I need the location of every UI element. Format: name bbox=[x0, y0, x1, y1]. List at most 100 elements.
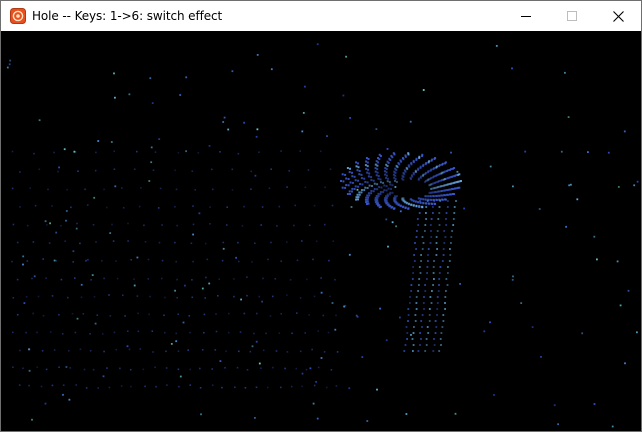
particle bbox=[420, 320, 423, 322]
particle bbox=[379, 178, 382, 181]
particle bbox=[284, 367, 286, 370]
particle bbox=[384, 173, 387, 176]
particle bbox=[364, 198, 367, 201]
particle bbox=[357, 198, 359, 201]
particle bbox=[410, 178, 412, 180]
particle bbox=[418, 284, 420, 286]
particle bbox=[144, 385, 146, 388]
particle bbox=[512, 275, 514, 278]
particle bbox=[344, 173, 347, 176]
particle bbox=[391, 156, 394, 159]
minimize-button[interactable] bbox=[503, 1, 549, 31]
particle bbox=[294, 204, 296, 207]
particle bbox=[301, 385, 303, 388]
particle bbox=[130, 385, 132, 388]
maximize-button[interactable] bbox=[549, 1, 595, 31]
particle bbox=[243, 312, 246, 315]
particle bbox=[192, 223, 195, 226]
particle bbox=[432, 266, 435, 268]
particle bbox=[189, 331, 191, 334]
particle bbox=[128, 93, 131, 96]
particle bbox=[236, 366, 239, 369]
particle bbox=[351, 171, 353, 174]
particle bbox=[567, 116, 570, 118]
particle bbox=[422, 165, 425, 167]
particle bbox=[357, 196, 360, 199]
close-button[interactable] bbox=[595, 1, 641, 31]
particle bbox=[92, 224, 95, 226]
particle bbox=[395, 180, 398, 183]
particle bbox=[419, 332, 421, 334]
particle bbox=[254, 242, 256, 245]
particle bbox=[428, 320, 431, 322]
particle bbox=[358, 191, 361, 194]
particle bbox=[154, 151, 157, 153]
particle bbox=[228, 312, 230, 315]
particle bbox=[366, 420, 369, 422]
particle bbox=[219, 151, 221, 153]
particle bbox=[391, 184, 394, 187]
particle bbox=[354, 185, 357, 188]
particle bbox=[424, 284, 426, 286]
particle bbox=[124, 315, 126, 317]
particle bbox=[68, 350, 70, 352]
particle bbox=[305, 368, 308, 371]
particle bbox=[364, 186, 367, 189]
particle bbox=[72, 250, 75, 253]
particle bbox=[272, 295, 274, 298]
particle bbox=[175, 188, 178, 191]
particle bbox=[366, 187, 369, 189]
particle bbox=[439, 200, 442, 202]
particle bbox=[332, 240, 335, 242]
title-bar[interactable]: Hole -- Keys: 1->6: switch effect bbox=[1, 1, 641, 31]
particle bbox=[316, 417, 319, 420]
particle bbox=[437, 290, 440, 292]
particle bbox=[349, 167, 351, 170]
particle bbox=[399, 210, 402, 213]
particle bbox=[12, 297, 15, 299]
particle bbox=[328, 259, 330, 262]
particle bbox=[383, 184, 386, 187]
particle bbox=[409, 296, 411, 298]
particle bbox=[16, 241, 19, 244]
particle bbox=[53, 259, 56, 262]
particle bbox=[361, 356, 364, 358]
particle bbox=[201, 349, 204, 351]
particle bbox=[258, 362, 261, 365]
particle bbox=[175, 332, 177, 335]
render-canvas[interactable] bbox=[1, 31, 641, 431]
particle bbox=[240, 298, 242, 301]
particle bbox=[407, 308, 410, 310]
particle bbox=[398, 163, 401, 166]
particle bbox=[377, 194, 380, 197]
particle bbox=[136, 150, 138, 153]
particle bbox=[424, 224, 427, 226]
particle bbox=[265, 332, 267, 335]
particle bbox=[130, 259, 132, 261]
particle bbox=[233, 278, 235, 280]
particle bbox=[520, 302, 523, 304]
particle bbox=[270, 68, 273, 71]
particle bbox=[260, 224, 262, 226]
particle bbox=[565, 225, 567, 228]
particle bbox=[51, 295, 54, 297]
particle bbox=[55, 231, 58, 234]
particle bbox=[44, 220, 47, 223]
particle bbox=[272, 366, 274, 369]
particle bbox=[176, 296, 178, 299]
particle bbox=[372, 179, 375, 182]
flame-app-icon[interactable] bbox=[10, 8, 26, 24]
particle bbox=[433, 200, 436, 202]
particle bbox=[379, 191, 382, 193]
particle bbox=[611, 425, 614, 428]
particle bbox=[564, 71, 566, 74]
particle bbox=[358, 170, 361, 172]
particle bbox=[101, 333, 104, 335]
particle bbox=[251, 261, 253, 263]
particle bbox=[161, 259, 164, 262]
particle bbox=[254, 174, 257, 177]
particle bbox=[136, 295, 139, 297]
particle bbox=[97, 387, 99, 389]
particle bbox=[429, 169, 432, 172]
particle bbox=[432, 212, 434, 214]
